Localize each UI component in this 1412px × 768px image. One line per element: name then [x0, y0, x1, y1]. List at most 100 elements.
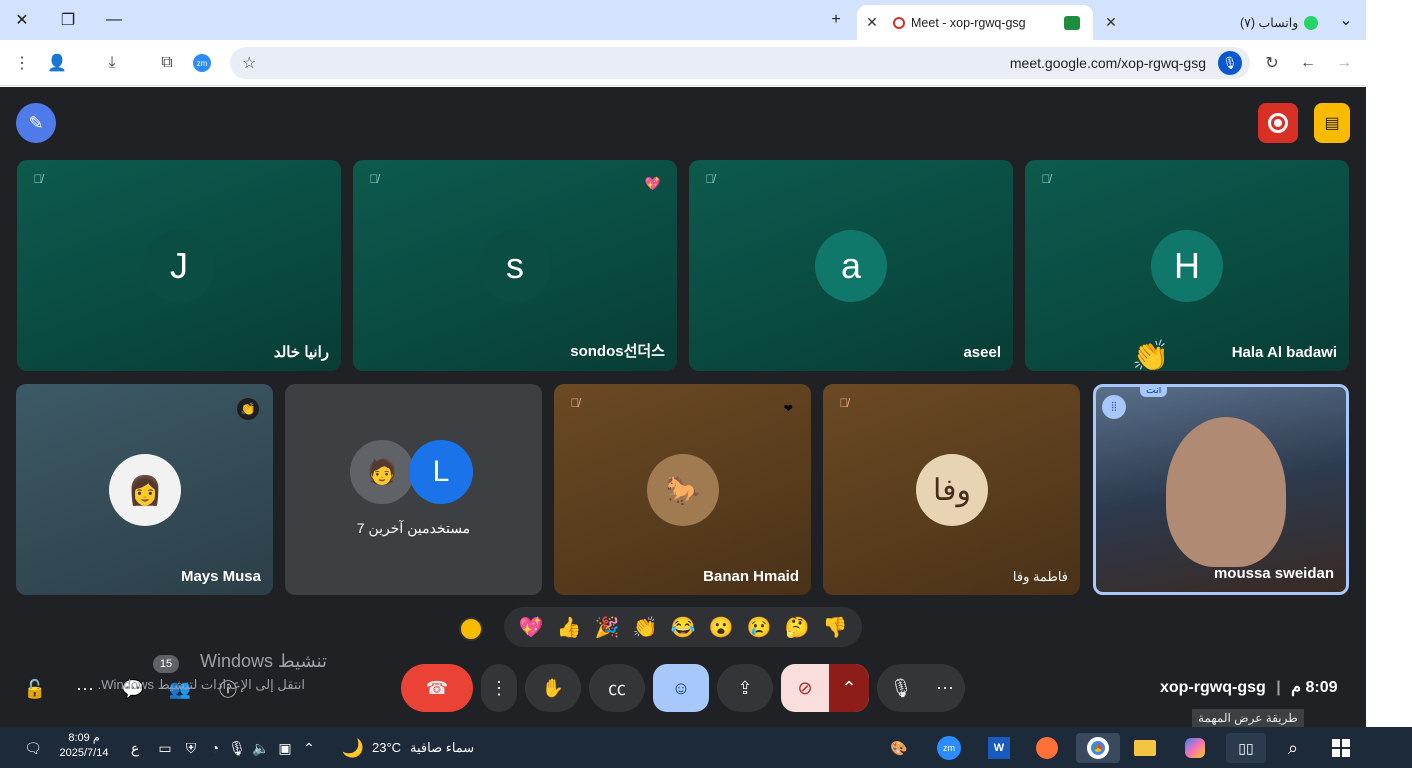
close-tab-icon[interactable]: ✕	[1102, 14, 1120, 32]
participant-tile[interactable]: 🎙̸ J رانيا خالد	[17, 160, 341, 371]
task-view-icon[interactable]: ▯▯	[1226, 733, 1266, 763]
copilot-icon[interactable]	[1180, 733, 1210, 763]
extensions-icon[interactable]: ⧉	[155, 51, 179, 75]
url-text[interactable]: meet.google.com/xop-rgwq-gsg	[1010, 55, 1206, 71]
weather-temp[interactable]: 23°C	[372, 740, 401, 755]
more-options-button[interactable]: ⋮	[481, 664, 517, 712]
reaction-surprised[interactable]: 😮	[706, 615, 736, 640]
profile-avatar[interactable]: 👤	[45, 51, 69, 75]
participant-tile[interactable]: 👏 👩 Mays Musa	[16, 384, 273, 595]
clock[interactable]: 8:09 م 2025/7/14	[56, 731, 112, 761]
bookmark-star-icon[interactable]: ☆	[242, 53, 256, 73]
you-label: أنت	[1140, 387, 1168, 397]
camera-button[interactable]: ⊘ ⌃	[781, 664, 869, 712]
clock-date: 2025/7/14	[59, 747, 109, 759]
participant-name: Hala Al badawi	[1231, 344, 1337, 361]
avatar: 👩	[109, 454, 181, 526]
chrome-app-icon[interactable]	[1076, 733, 1120, 763]
recording-button[interactable]	[1258, 103, 1298, 143]
forward-icon[interactable]: →	[1332, 51, 1356, 75]
mic-in-use-icon[interactable]: 🎙	[1218, 51, 1242, 75]
mic-options-icon[interactable]: ⋯	[925, 678, 965, 699]
participant-name: Mays Musa	[180, 568, 261, 585]
close-window-icon[interactable]: ✕	[8, 8, 36, 32]
zoom-app-icon[interactable]: zm	[934, 733, 964, 763]
avatar: وفا	[916, 454, 988, 526]
participant-name: moussa sweidan	[1213, 565, 1334, 582]
word-app-icon[interactable]: W	[984, 733, 1014, 763]
participant-tile[interactable]: 🎙̸ H Hala Al badawi	[1025, 160, 1349, 371]
participant-tile[interactable]: 🎙̸ ❤ 🐎 Banan Hmaid	[554, 384, 811, 595]
reactions-button[interactable]: ☺	[653, 664, 709, 712]
tab-whatsapp[interactable]: ✕ واتساب (٧)	[1098, 5, 1328, 40]
language-indicator[interactable]: ع	[120, 733, 150, 763]
reaction-thinking[interactable]: 🤔	[782, 615, 812, 640]
raise-hand-button[interactable]: ✋	[525, 664, 581, 712]
others-tile[interactable]: 🧑 L 7 مستخدمين آخرين	[285, 384, 542, 595]
new-tab-icon[interactable]: +	[822, 8, 850, 32]
avatar: L	[409, 440, 473, 504]
clap-reaction-icon: 👏	[1132, 340, 1170, 373]
leave-call-button[interactable]: ☎	[401, 664, 473, 712]
captions-button[interactable]: ㏄	[589, 664, 645, 712]
host-controls-icon[interactable]: 🔓	[22, 676, 48, 702]
meeting-code: xop-rgwq-gsg	[1160, 679, 1266, 696]
camera-off-icon: ⊘	[797, 677, 813, 698]
download-icon[interactable]: ⤓	[100, 51, 124, 75]
clap-reaction-icon: 👏	[237, 398, 259, 420]
reaction-thumbs-up[interactable]: 👍	[554, 615, 584, 640]
participant-tile[interactable]: 🎙̸ a aseel	[689, 160, 1013, 371]
reaction-thumbs-down[interactable]: 👎	[820, 615, 850, 640]
self-view-tile[interactable]: ⦙⦙ أنت moussa sweidan	[1093, 384, 1349, 595]
reaction-cry[interactable]: 😢	[744, 615, 774, 640]
notifications-icon[interactable]: 🗨	[18, 733, 48, 763]
camera-options-chevron-icon[interactable]: ⌃	[829, 664, 869, 712]
weather-text[interactable]: سماء صافية	[410, 740, 474, 756]
clock-time: 8:09 م	[68, 732, 100, 744]
tab-whatsapp-label: واتساب (٧)	[1240, 16, 1299, 30]
meeting-time: 8:09 م	[1291, 679, 1338, 696]
mic-off-icon: 🎙̸	[705, 172, 715, 186]
participant-tile[interactable]: 🎙̸ وفا فاطمة وفا	[823, 384, 1080, 595]
more-vert-icon: ⋮	[490, 677, 508, 698]
restore-window-icon[interactable]: ❐	[54, 8, 82, 32]
reaction-clap[interactable]: 👏	[630, 615, 660, 640]
reaction-heart[interactable]: 💖	[516, 615, 546, 640]
participant-tile[interactable]: 🎙̸ 💖 s sondos선더스	[353, 160, 677, 371]
reaction-laugh[interactable]: 😂	[668, 615, 698, 640]
mic-icon: 🎙	[889, 677, 913, 698]
meet-stage: ✎ ▤ 🎙̸ J رانيا خالد 🎙̸ 💖 s sondos선더스 🎙̸ …	[0, 87, 1366, 727]
avatar: s	[479, 230, 551, 302]
tab-meet[interactable]: ✕ Meet - xop-rgwq-gsg	[857, 5, 1093, 40]
search-icon[interactable]: ⌕	[1278, 733, 1308, 763]
separator: |	[1276, 679, 1281, 696]
back-icon[interactable]: ←	[1296, 51, 1320, 75]
screen: ✕ ❐ — + ✕ Meet - xop-rgwq-gsg ✕ واتساب (…	[0, 0, 1412, 768]
start-windows-icon[interactable]	[1326, 733, 1356, 763]
hand-icon: ✋	[541, 677, 565, 698]
captions-icon: ㏄	[608, 679, 626, 699]
captions-off-button[interactable]: ▤	[1314, 103, 1350, 143]
magic-pen-icon[interactable]: ✎	[16, 103, 56, 143]
reload-icon[interactable]: ↻	[1260, 51, 1284, 75]
address-bar[interactable]: ☆ meet.google.com/xop-rgwq-gsg 🎙	[230, 47, 1250, 79]
present-icon: ⇪	[737, 677, 753, 698]
tab-search-chevron-icon[interactable]: ⌄	[1332, 8, 1360, 32]
present-screen-button[interactable]: ⇪	[717, 664, 773, 712]
firefox-app-icon[interactable]	[1032, 733, 1062, 763]
zoom-extension-icon[interactable]: zm	[190, 51, 214, 75]
tray-chevron-icon[interactable]: ⌃	[294, 733, 324, 763]
reaction-party[interactable]: 🎉	[592, 615, 622, 640]
close-tab-icon[interactable]: ✕	[863, 14, 881, 32]
emoji-icon: ☺	[671, 677, 691, 698]
menu-kebab-icon[interactable]: ⋮	[10, 51, 34, 75]
mic-button[interactable]: 🎙 ⋯	[877, 664, 965, 712]
activation-title: تنشيط Windows	[200, 651, 328, 671]
skin-tone-picker[interactable]	[459, 617, 483, 641]
file-explorer-icon[interactable]	[1130, 733, 1160, 763]
minimize-window-icon[interactable]: —	[100, 8, 128, 32]
record-icon	[1268, 113, 1288, 133]
mic-off-icon: 🎙̸	[1041, 172, 1051, 186]
desktop-margin	[1366, 0, 1412, 727]
paint-app-icon[interactable]: 🎨	[884, 733, 914, 763]
